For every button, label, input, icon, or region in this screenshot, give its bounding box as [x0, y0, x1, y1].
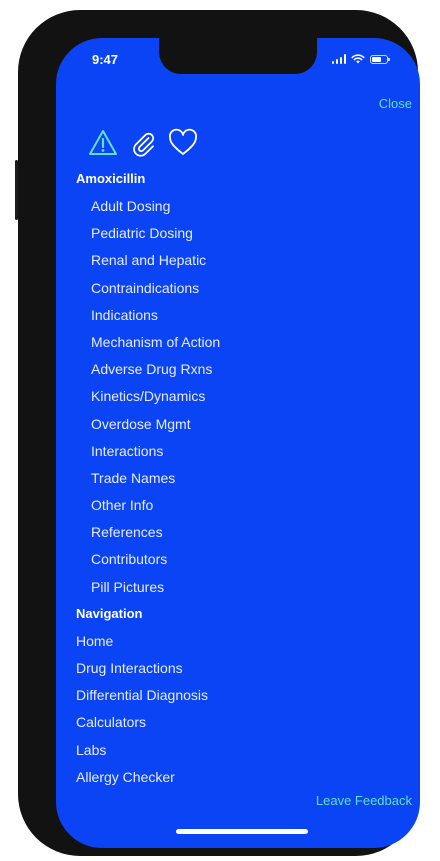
status-icons: [331, 54, 390, 64]
menu-item-other-info[interactable]: Other Info: [76, 496, 406, 523]
close-button[interactable]: Close: [379, 96, 412, 111]
cellular-signal-icon: [331, 54, 346, 64]
menu-item-pill-pictures[interactable]: Pill Pictures: [76, 578, 406, 605]
action-icon-row: [88, 128, 198, 158]
menu-item-pediatric-dosing[interactable]: Pediatric Dosing: [76, 224, 406, 251]
nav-item-allergy-checker[interactable]: Allergy Checker: [76, 768, 406, 795]
menu-item-renal-hepatic[interactable]: Renal and Hepatic: [76, 251, 406, 278]
leave-feedback-button[interactable]: Leave Feedback: [316, 793, 412, 808]
warning-icon[interactable]: [88, 128, 118, 158]
menu-item-contributors[interactable]: Contributors: [76, 550, 406, 577]
battery-icon: [370, 55, 390, 64]
menu-item-contraindications[interactable]: Contraindications: [76, 279, 406, 306]
heart-icon[interactable]: [168, 128, 198, 158]
nav-item-differential-diagnosis[interactable]: Differential Diagnosis: [76, 686, 406, 713]
menu-item-interactions[interactable]: Interactions: [76, 442, 406, 469]
menu-item-indications[interactable]: Indications: [76, 306, 406, 333]
menu-item-adult-dosing[interactable]: Adult Dosing: [76, 197, 406, 224]
side-menu: Amoxicillin Adult Dosing Pediatric Dosin…: [76, 170, 406, 795]
nav-item-home[interactable]: Home: [76, 632, 406, 659]
paperclip-icon[interactable]: [128, 128, 158, 158]
navigation-section-title: Navigation: [76, 605, 143, 621]
nav-item-drug-interactions[interactable]: Drug Interactions: [76, 659, 406, 686]
phone-frame: 9:47 Close Amoxicillin Adult Dosing Pedi…: [15, 10, 420, 856]
home-indicator[interactable]: [176, 829, 308, 834]
nav-item-calculators[interactable]: Calculators: [76, 713, 406, 740]
menu-item-kinetics-dynamics[interactable]: Kinetics/Dynamics: [76, 387, 406, 414]
device-notch: [159, 38, 317, 74]
menu-item-adverse-drug-rxns[interactable]: Adverse Drug Rxns: [76, 360, 406, 387]
drug-section-title: Amoxicillin: [76, 171, 146, 186]
nav-item-labs[interactable]: Labs: [76, 741, 406, 768]
menu-item-trade-names[interactable]: Trade Names: [76, 469, 406, 496]
menu-item-references[interactable]: References: [76, 523, 406, 550]
app-screen: 9:47 Close Amoxicillin Adult Dosing Pedi…: [56, 38, 420, 848]
wifi-icon: [351, 54, 365, 64]
menu-item-overdose-mgmt[interactable]: Overdose Mgmt: [76, 415, 406, 442]
status-time: 9:47: [92, 52, 119, 67]
menu-item-mechanism-of-action[interactable]: Mechanism of Action: [76, 333, 406, 360]
